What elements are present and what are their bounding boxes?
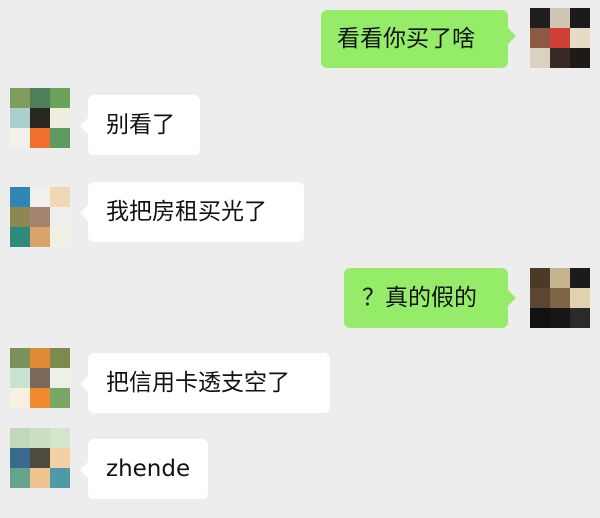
- avatar-pixel: [10, 227, 30, 247]
- message-bubble-outgoing[interactable]: 看看你买了啥: [321, 10, 508, 68]
- message-bubble-incoming[interactable]: 别看了: [88, 95, 200, 155]
- avatar-self[interactable]: [530, 268, 590, 328]
- avatar-pixel: [30, 227, 50, 247]
- avatar-pixel: [10, 108, 30, 128]
- avatar-pixel: [530, 268, 550, 288]
- avatar-friend[interactable]: [10, 88, 70, 148]
- avatar-pixel: [570, 8, 590, 28]
- bubble-tail: [508, 290, 516, 306]
- avatar-friend[interactable]: [10, 187, 70, 247]
- avatar-pixel: [50, 88, 70, 108]
- avatar-self[interactable]: [530, 8, 590, 68]
- avatar-pixel: [570, 48, 590, 68]
- avatar-pixel: [10, 448, 30, 468]
- bubble-tail: [80, 376, 88, 392]
- message-bubble-incoming[interactable]: 把信用卡透支空了: [88, 353, 330, 413]
- avatar-pixel: [10, 428, 30, 448]
- avatar-pixel: [10, 348, 30, 368]
- avatar-pixel: [550, 288, 570, 308]
- avatar-pixel: [30, 428, 50, 448]
- message-bubble-incoming[interactable]: zhende: [88, 439, 208, 499]
- bubble-tail: [508, 28, 516, 44]
- message-text: 看看你买了啥: [337, 25, 475, 52]
- avatar-pixel: [50, 368, 70, 388]
- avatar-pixel: [50, 388, 70, 408]
- avatar-pixel: [50, 468, 70, 488]
- avatar-pixel: [550, 268, 570, 288]
- avatar-pixel: [50, 227, 70, 247]
- bubble-tail: [80, 462, 88, 478]
- avatar-pixel: [10, 468, 30, 488]
- avatar-pixel: [550, 8, 570, 28]
- avatar-pixel: [530, 48, 550, 68]
- avatar-pixel: [10, 388, 30, 408]
- avatar-pixel: [530, 288, 550, 308]
- message-text: 把信用卡透支空了: [106, 369, 290, 396]
- avatar-pixel: [30, 88, 50, 108]
- avatar-pixel: [570, 308, 590, 328]
- avatar-friend[interactable]: [10, 348, 70, 408]
- message-text: 别看了: [106, 111, 175, 138]
- avatar-pixel: [50, 207, 70, 227]
- avatar-pixel: [30, 207, 50, 227]
- avatar-pixel: [50, 128, 70, 148]
- message-bubble-incoming[interactable]: 我把房租买光了: [88, 182, 304, 242]
- message-text: 我把房租买光了: [106, 198, 267, 225]
- avatar-pixel: [50, 108, 70, 128]
- bubble-tail: [80, 205, 88, 221]
- avatar-pixel: [10, 128, 30, 148]
- avatar-pixel: [570, 268, 590, 288]
- avatar-pixel: [30, 108, 50, 128]
- avatar-pixel: [50, 428, 70, 448]
- avatar-pixel: [10, 88, 30, 108]
- avatar-pixel: [530, 308, 550, 328]
- avatar-pixel: [570, 288, 590, 308]
- avatar-pixel: [30, 448, 50, 468]
- avatar-pixel: [50, 448, 70, 468]
- message-bubble-outgoing[interactable]: ？真的假的: [344, 268, 508, 328]
- avatar-pixel: [550, 28, 570, 48]
- message-text: zhende: [106, 455, 191, 482]
- avatar-pixel: [50, 348, 70, 368]
- avatar-pixel: [10, 368, 30, 388]
- avatar-pixel: [30, 348, 50, 368]
- avatar-pixel: [550, 308, 570, 328]
- avatar-pixel: [50, 187, 70, 207]
- avatar-pixel: [530, 8, 550, 28]
- bubble-tail: [80, 118, 88, 134]
- avatar-pixel: [550, 48, 570, 68]
- avatar-pixel: [30, 468, 50, 488]
- avatar-pixel: [30, 368, 50, 388]
- avatar-pixel: [30, 128, 50, 148]
- avatar-pixel: [30, 187, 50, 207]
- avatar-pixel: [10, 187, 30, 207]
- avatar-pixel: [530, 28, 550, 48]
- avatar-pixel: [570, 28, 590, 48]
- avatar-pixel: [10, 207, 30, 227]
- avatar-friend[interactable]: [10, 428, 70, 488]
- avatar-pixel: [30, 388, 50, 408]
- message-text: ？真的假的: [362, 284, 477, 311]
